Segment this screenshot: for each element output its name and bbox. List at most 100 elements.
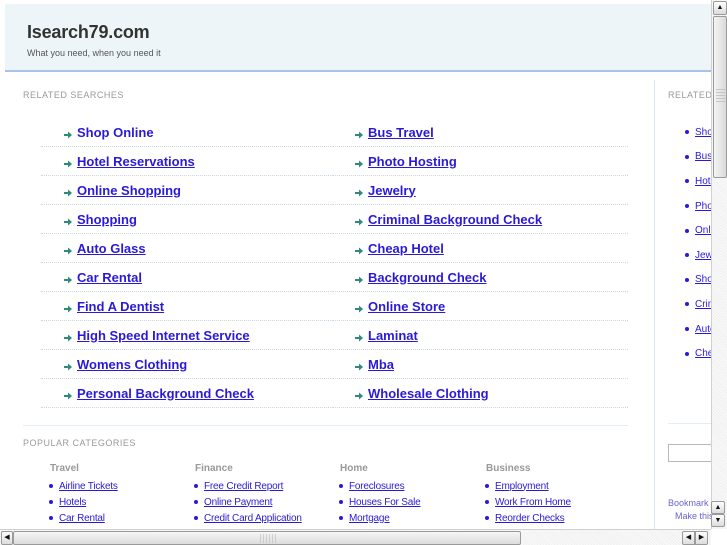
related-search-link[interactable]: Shop Online [77, 125, 154, 140]
related-search-link[interactable]: Jewelry [368, 183, 416, 198]
main-content: RELATED SEARCHES Shop Online Hotel Reserv… [5, 80, 655, 529]
browser-viewport: Isearch79.com What you need, when you ne… [0, 0, 711, 529]
bullet-icon [49, 516, 53, 520]
related-search-item: Laminat [332, 321, 628, 350]
sidebar-link[interactable]: Shopping [695, 274, 711, 285]
category-column: Business Employment Work From Home Reorder … [459, 463, 599, 526]
arrow-right-icon [63, 388, 73, 400]
scroll-up-arrow-icon-bottom[interactable]: ▲ [711, 501, 725, 514]
related-search-item: Find A Dentist [41, 292, 331, 321]
sidebar-link[interactable]: Jewelry [695, 250, 711, 261]
arrow-right-icon [63, 301, 73, 313]
sidebar-item: Photo Hosting [685, 194, 711, 219]
related-search-link[interactable]: Background Check [368, 270, 486, 285]
section-divider [23, 425, 628, 426]
bullet-icon [485, 516, 489, 520]
bullet-icon [49, 500, 53, 504]
make-homepage-link[interactable]: Make this [675, 511, 711, 521]
category-item: Free Credit Report [168, 478, 308, 494]
arrow-right-icon [63, 127, 73, 139]
arrow-right-icon [63, 330, 73, 342]
horizontal-scrollbar[interactable]: ◀ ◀ ▶ [0, 529, 711, 545]
related-search-item: Criminal Background Check [332, 205, 628, 234]
scroll-left-arrow-icon-right[interactable]: ◀ [682, 531, 695, 545]
related-search-link[interactable]: Car Rental [77, 270, 142, 285]
category-link[interactable]: Work From Home [495, 497, 571, 508]
related-search-item: Background Check [332, 263, 628, 292]
scroll-left-arrow-icon[interactable]: ◀ [1, 531, 13, 545]
sidebar-link[interactable]: Bus Travel [695, 151, 711, 162]
vertical-scroll-thumb[interactable] [713, 16, 727, 178]
sidebar-link[interactable]: Shop Online [695, 127, 711, 138]
related-search-link[interactable]: Mba [368, 357, 394, 372]
related-search-link[interactable]: Photo Hosting [368, 154, 457, 169]
related-search-link[interactable]: Wholesale Clothing [368, 386, 489, 401]
related-search-link[interactable]: Online Store [368, 299, 445, 314]
category-link[interactable]: Mortgage [349, 513, 390, 524]
bookmark-link[interactable]: Bookmark [668, 498, 709, 508]
category-link[interactable]: Credit Card Application [204, 513, 302, 524]
vertical-scrollbar[interactable]: ▲ [711, 0, 727, 529]
related-search-link[interactable]: Laminat [368, 328, 418, 343]
category-item: Hotels [23, 494, 163, 510]
related-search-link[interactable]: Womens Clothing [77, 357, 187, 372]
category-link[interactable]: Foreclosures [349, 481, 405, 492]
site-header: Isearch79.com What you need, when you ne… [5, 4, 711, 72]
site-title[interactable]: Isearch79.com [27, 22, 150, 43]
sidebar-search-input[interactable] [668, 444, 711, 462]
related-search-link[interactable]: Personal Background Check [77, 386, 254, 401]
related-search-link[interactable]: Shopping [77, 212, 137, 227]
scroll-up-arrow-icon[interactable]: ▲ [713, 1, 727, 15]
sidebar: RELATED Shop Online Bus Travel Hotel Reser… [655, 80, 711, 529]
related-search-link[interactable]: Hotel Reservations [77, 154, 195, 169]
related-search-link[interactable]: Cheap Hotel [368, 241, 444, 256]
related-search-item: Photo Hosting [332, 147, 628, 176]
sidebar-link[interactable]: Hotel Reservations [695, 176, 711, 187]
horizontal-scroll-thumb[interactable] [13, 531, 521, 545]
related-search-item: Auto Glass [41, 234, 331, 263]
related-search-link[interactable]: Online Shopping [77, 183, 181, 198]
sidebar-item: Hotel Reservations [685, 169, 711, 194]
category-link[interactable]: Employment [495, 481, 549, 492]
sidebar-link[interactable]: Auto Glass [695, 324, 711, 335]
related-search-link[interactable]: Find A Dentist [77, 299, 164, 314]
category-link[interactable]: Houses For Sale [349, 497, 421, 508]
category-link[interactable]: Online Payment [204, 497, 273, 508]
related-search-link[interactable]: Criminal Background Check [368, 212, 542, 227]
category-link[interactable]: Airline Tickets [59, 481, 118, 492]
category-link[interactable]: Hotels [59, 497, 86, 508]
related-search-item: Car Rental [41, 263, 331, 292]
arrow-right-icon [63, 243, 73, 255]
bullet-icon [485, 484, 489, 488]
bullet-icon [685, 154, 689, 159]
related-search-link[interactable]: Auto Glass [77, 241, 146, 256]
related-search-item: Wholesale Clothing [332, 379, 628, 408]
arrow-right-icon [354, 243, 364, 255]
bullet-icon [49, 484, 53, 488]
related-searches-heading: RELATED SEARCHES [23, 90, 124, 100]
category-item: Credit Card Application [168, 510, 308, 526]
sidebar-link[interactable]: Cheap Hotel [695, 348, 711, 359]
category-title: Travel [50, 463, 79, 474]
related-search-item: Jewelry [332, 176, 628, 205]
scroll-down-arrow-icon[interactable]: ▼ [711, 514, 725, 527]
scroll-right-arrow-icon[interactable]: ▶ [695, 531, 708, 545]
related-search-link[interactable]: Bus Travel [368, 125, 434, 140]
sidebar-link[interactable]: Photo Hosting [695, 201, 711, 212]
arrow-right-icon [63, 214, 73, 226]
category-link[interactable]: Free Credit Report [204, 481, 283, 492]
sidebar-item: Auto Glass [685, 317, 711, 342]
sidebar-link[interactable]: Online Shopping [695, 225, 711, 236]
sidebar-item: Online Shopping [685, 218, 711, 243]
category-column: Home Foreclosures Houses For Sale Mortgage [313, 463, 453, 526]
category-link[interactable]: Car Rental [59, 513, 105, 524]
category-title: Home [340, 463, 368, 474]
bullet-icon [339, 484, 343, 488]
bullet-icon [685, 204, 689, 209]
related-search-link[interactable]: High Speed Internet Service [77, 328, 250, 343]
grip-icon [716, 89, 725, 103]
sidebar-link[interactable]: Criminal Background Check [695, 299, 711, 310]
category-item: Work From Home [459, 494, 599, 510]
related-search-item: Cheap Hotel [332, 234, 628, 263]
category-link[interactable]: Reorder Checks [495, 513, 565, 524]
